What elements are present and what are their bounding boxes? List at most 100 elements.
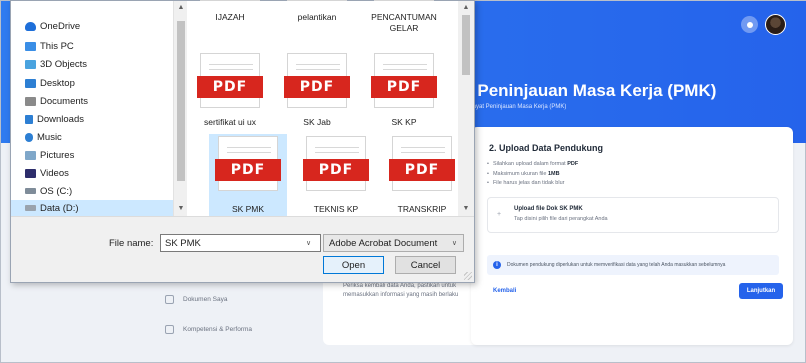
upload-rule: Maksimum ukuran file 1MB <box>487 170 578 180</box>
chevron-down-icon[interactable]: ∨ <box>306 239 311 247</box>
file-name: TRANSKRIP <box>397 204 447 214</box>
nav-item-label: Desktop <box>40 77 75 89</box>
nav-item-label: Downloads <box>37 113 84 125</box>
file-name-label: File name: <box>109 238 154 249</box>
scroll-down-icon[interactable]: ▼ <box>459 204 473 214</box>
nav-item-music[interactable]: Music <box>25 129 62 145</box>
nav-item-data-d[interactable]: Data (D:) <box>11 200 173 216</box>
open-button[interactable]: Open <box>323 256 384 274</box>
pdf-file-icon: PDF <box>303 136 369 191</box>
info-text: Dokumen pendukung diperlukan untuk memve… <box>507 262 726 268</box>
page-title: t Peninjauan Masa Kerja (PMK) <box>467 81 717 100</box>
download-icon <box>25 114 33 124</box>
file-item[interactable]: pelantikan <box>278 0 356 45</box>
file-item-selected[interactable]: PDF SK PMK <box>209 134 287 216</box>
nav-item-desktop[interactable]: Desktop <box>25 75 75 91</box>
file-item[interactable]: IJAZAH <box>191 0 269 45</box>
sidebar-item-dokumen-saya[interactable]: Dokumen Saya <box>165 295 227 304</box>
nav-item-label: OS (C:) <box>40 185 73 197</box>
upload-dropzone[interactable]: + Upload file Dok SK PMK Tap disini pili… <box>487 197 779 233</box>
file-item[interactable]: PDF TRANSKRIP <box>383 134 461 216</box>
notification-icon[interactable] <box>741 16 758 33</box>
file-item[interactable]: PDF SK Jab <box>278 51 356 131</box>
videos-icon <box>25 168 36 178</box>
cube-icon <box>25 59 36 69</box>
drive-icon <box>25 205 36 211</box>
documents-icon <box>25 96 36 106</box>
scroll-down-icon[interactable]: ▼ <box>174 204 188 214</box>
pdf-file-icon: PDF <box>215 136 281 191</box>
cloud-icon <box>25 21 36 31</box>
pictures-icon <box>25 150 36 160</box>
drive-icon <box>25 188 36 194</box>
nav-item-label: 3D Objects <box>40 58 87 70</box>
file-name: pelantikan <box>297 12 337 22</box>
info-icon: i <box>493 261 501 269</box>
next-button[interactable]: Lanjutkan <box>739 283 783 299</box>
sidebar-item-label: Dokumen Saya <box>183 296 228 303</box>
file-open-dialog: OneDrive This PC 3D Objects Desktop Docu… <box>10 0 475 283</box>
upload-rule: File harus jelas dan tidak blur <box>487 179 578 189</box>
nav-item-os-c[interactable]: OS (C:) <box>25 183 72 199</box>
nav-item-label: Data (D:) <box>40 202 79 214</box>
nav-item-documents[interactable]: Documents <box>25 93 88 109</box>
nav-item-downloads[interactable]: Downloads <box>25 111 84 127</box>
nav-item-videos[interactable]: Videos <box>25 165 69 181</box>
chevron-down-icon: ∨ <box>451 240 457 247</box>
chart-icon <box>165 325 174 334</box>
scroll-thumb[interactable] <box>462 15 470 75</box>
plus-icon: + <box>497 211 502 218</box>
upload-hint: Tap disini pilih file dari perangkat And… <box>514 216 608 222</box>
scroll-thumb[interactable] <box>177 21 185 181</box>
nav-item-this-pc[interactable]: This PC <box>25 38 74 54</box>
nav-item-onedrive[interactable]: OneDrive <box>25 18 80 34</box>
upload-title: Upload file Dok SK PMK <box>514 206 583 212</box>
scroll-up-icon[interactable]: ▲ <box>174 3 188 13</box>
upload-card: 2. Upload Data Pendukung Silahkan upload… <box>471 127 793 345</box>
sidebar-item-label: Kompetensi & Performa <box>183 326 253 333</box>
nav-item-3d-objects[interactable]: 3D Objects <box>25 56 87 72</box>
file-item[interactable]: PENCANTUMAN GELAR <box>365 0 443 45</box>
scroll-up-icon[interactable]: ▲ <box>459 3 473 13</box>
file-name: SK Jab <box>303 117 331 127</box>
pdf-file-icon: PDF <box>371 53 437 108</box>
avatar[interactable] <box>765 14 786 35</box>
file-list-scrollbar[interactable]: ▲ ▼ <box>458 1 474 216</box>
review-notice-card: Periksa kembali data Anda, pastikan untu… <box>323 277 483 345</box>
info-banner: i Dokumen pendukung diperlukan untuk mem… <box>487 255 779 275</box>
file-type-select[interactable]: Adobe Acrobat Document ∨ <box>323 234 464 252</box>
nav-item-label: Pictures <box>40 149 75 161</box>
nav-item-label: Music <box>37 131 62 143</box>
file-item[interactable]: PDF TEKNIS KP <box>297 134 375 216</box>
cancel-button[interactable]: Cancel <box>395 256 456 274</box>
pdf-file-icon: PDF <box>389 136 455 191</box>
file-name: PENCANTUMAN GELAR <box>371 12 437 33</box>
nav-item-label: Documents <box>40 95 89 107</box>
file-name: SK PMK <box>231 204 265 214</box>
review-notice-text: Periksa kembali data Anda, pastikan untu… <box>343 283 459 298</box>
dialog-footer: File name: ∨ Adobe Acrobat Document ∨ Op… <box>11 216 474 282</box>
file-name-input[interactable] <box>160 234 321 252</box>
file-type-value: Adobe Acrobat Document <box>329 238 438 249</box>
back-link[interactable]: Kembali <box>493 288 516 294</box>
nav-item-label: This PC <box>40 40 74 52</box>
file-item[interactable]: PDF sertifikat ui ux <box>191 51 269 131</box>
file-name: TEKNIS KP <box>313 204 359 214</box>
file-list: IJAZAH pelantikan PENCANTUMAN GELAR PDF … <box>187 0 457 216</box>
music-icon <box>25 132 33 142</box>
nav-item-pictures[interactable]: Pictures <box>25 147 74 163</box>
resize-grip[interactable] <box>464 272 472 280</box>
file-name: IJAZAH <box>215 12 245 22</box>
sidebar-item-kompetensi[interactable]: Kompetensi & Performa <box>165 325 252 334</box>
document-icon <box>165 295 174 304</box>
nav-item-label: Videos <box>40 167 69 179</box>
navigation-pane: OneDrive This PC 3D Objects Desktop Docu… <box>11 1 174 216</box>
desktop-icon <box>25 78 36 88</box>
upload-card-title: 2. Upload Data Pendukung <box>489 143 604 153</box>
pdf-file-icon: PDF <box>197 53 263 108</box>
nav-scrollbar[interactable]: ▲ ▼ <box>173 1 187 216</box>
upload-rule: Silahkan upload dalam format PDF <box>487 160 578 170</box>
file-item[interactable]: PDF SK KP <box>365 51 443 131</box>
upload-rules-list: Silahkan upload dalam format PDF Maksimu… <box>487 160 578 189</box>
nav-item-label: OneDrive <box>40 20 81 32</box>
